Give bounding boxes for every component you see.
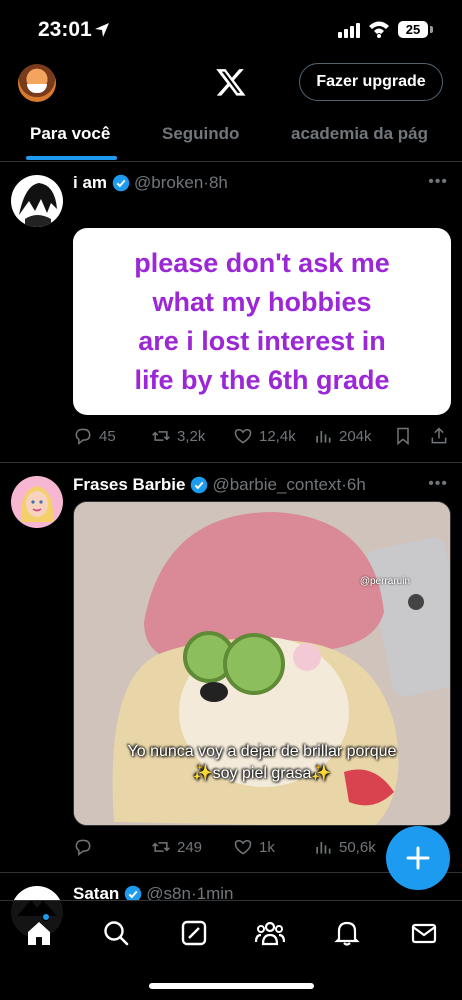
author-name[interactable]: Frases Barbie (73, 475, 185, 495)
nav-grok[interactable] (180, 919, 208, 947)
unread-dot (42, 913, 50, 921)
views-button[interactable]: 204k (313, 426, 372, 446)
card-line: what my hobbies (152, 286, 372, 317)
reply-button[interactable]: 45 (73, 426, 116, 446)
battery-cap (430, 26, 433, 33)
repost-button[interactable]: 3,2k (151, 426, 205, 446)
search-icon (104, 921, 129, 946)
location-icon (95, 23, 109, 37)
repost-count: 3,2k (177, 427, 206, 445)
compose-button[interactable] (386, 826, 450, 890)
nav-communities[interactable] (254, 919, 286, 947)
card-line: please don't ask me (134, 247, 390, 278)
battery-icon: 25 (398, 21, 428, 38)
nav-messages[interactable] (410, 919, 438, 947)
messages-icon (411, 923, 437, 944)
repost-icon (152, 842, 170, 852)
view-count: 204k (339, 427, 372, 445)
text-image-card[interactable]: please don't ask me what my hobbies are … (73, 228, 451, 415)
top-header: Fazer upgrade (0, 58, 462, 108)
author-avatar[interactable] (11, 476, 63, 528)
author-avatar[interactable] (11, 175, 63, 227)
reply-button[interactable] (73, 837, 99, 857)
tweet-header: i am @broken · 8h (73, 173, 228, 193)
upgrade-button[interactable]: Fazer upgrade (299, 63, 443, 101)
tweet-actions: 45 3,2k 12,4k 204k (73, 426, 453, 448)
grok-icon (181, 920, 207, 946)
tab-for-you[interactable]: Para você (30, 124, 110, 144)
tweet-photo[interactable]: @perraruin Yo nunca voy a dejar de brill… (73, 501, 451, 826)
x-logo-icon (216, 69, 246, 96)
feed-tabs: Para você Seguindo academia da pág (0, 112, 462, 162)
repost-icon (152, 431, 170, 441)
more-options-icon[interactable]: ••• (428, 173, 448, 191)
profile-avatar[interactable] (18, 64, 56, 102)
views-button[interactable]: 50,6k (313, 837, 376, 857)
bookmark-button[interactable] (393, 426, 413, 446)
like-button[interactable]: 12,4k (233, 426, 296, 446)
avatar-art (19, 183, 57, 227)
home-indicator (149, 983, 314, 989)
notifications-icon (334, 921, 360, 946)
reply-icon (75, 428, 91, 446)
author-name[interactable]: i am (73, 173, 107, 193)
views-icon (316, 431, 331, 443)
nav-home[interactable] (25, 913, 53, 947)
repost-count: 249 (177, 838, 203, 856)
verified-badge-icon (191, 476, 208, 494)
card-line: are i lost interest in (138, 325, 386, 356)
tab-academia[interactable]: academia da pág (291, 124, 428, 144)
nav-notifications[interactable] (333, 919, 361, 947)
more-options-icon[interactable]: ••• (428, 475, 448, 493)
repost-button[interactable]: 249 (151, 837, 202, 857)
cellular-signal-icon (338, 23, 360, 38)
heart-icon (234, 428, 252, 444)
like-count: 1k (259, 838, 275, 856)
photo-watermark: @perraruin (359, 576, 410, 587)
tweet-time: 8h (208, 173, 228, 192)
wifi-icon (369, 21, 389, 38)
status-time: 23:01 (38, 18, 92, 41)
card-line: life by the 6th grade (134, 364, 390, 395)
photo-caption-line: ✨soy piel grasa✨ (192, 765, 332, 782)
heart-icon (234, 839, 252, 855)
plus-icon (406, 846, 430, 870)
tweet-time: 6h (346, 475, 366, 494)
avatar-art (20, 486, 54, 522)
share-icon (431, 427, 447, 444)
views-icon (316, 842, 331, 854)
reply-count: 45 (99, 427, 116, 445)
verified-badge-icon (112, 174, 130, 192)
tweet-header: Frases Barbie @barbie_context · 6h (73, 475, 366, 495)
nav-search[interactable] (102, 919, 130, 947)
bookmark-icon (397, 427, 409, 446)
author-handle[interactable]: @broken (134, 173, 203, 193)
status-bar: 23:01 25 (0, 0, 462, 58)
share-button[interactable] (429, 426, 449, 446)
communities-icon (254, 921, 286, 946)
active-tab-indicator (26, 156, 117, 160)
author-handle[interactable]: @barbie_context (212, 475, 341, 495)
like-count: 12,4k (259, 427, 296, 445)
like-button[interactable]: 1k (233, 837, 275, 857)
photo-caption-line: Yo nunca voy a dejar de brillar porque (127, 743, 397, 760)
home-icon (28, 922, 50, 945)
view-count: 50,6k (339, 838, 376, 856)
reply-icon (75, 839, 91, 857)
tab-following[interactable]: Seguindo (162, 124, 239, 144)
